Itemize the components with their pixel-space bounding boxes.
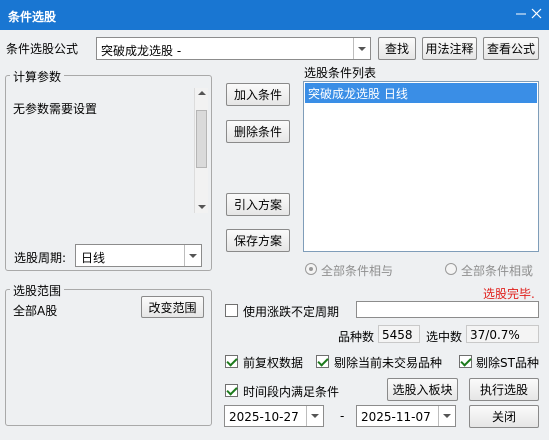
close-icon[interactable]: [528, 5, 546, 23]
start-date-value: 2025-10-27: [229, 410, 299, 424]
volatile-period-field[interactable]: [356, 301, 539, 318]
close-button[interactable]: 关闭: [469, 405, 539, 428]
variety-count-label: 品种数: [338, 330, 375, 344]
date-separator: -: [340, 409, 345, 423]
save-plan-button[interactable]: 保存方案: [226, 229, 290, 252]
radio-all-and[interactable]: [305, 263, 317, 275]
delete-condition-button[interactable]: 删除条件: [226, 120, 290, 143]
time-range-label: 时间段内满足条件: [243, 385, 340, 399]
radio-all-and-label: 全部条件相与: [321, 264, 394, 278]
formula-combo[interactable]: 突破成龙选股 -: [96, 37, 371, 60]
condition-list[interactable]: 突破成龙选股 日线: [303, 81, 539, 252]
condition-list-item[interactable]: 突破成龙选股 日线: [305, 83, 537, 103]
exclude-st-checkbox[interactable]: [459, 355, 472, 368]
scroll-up-icon[interactable]: [198, 91, 206, 95]
change-range-button[interactable]: 改变范围: [141, 296, 204, 318]
formula-value: 突破成龙选股 -: [101, 44, 182, 58]
use-volatile-period-label: 使用涨跌不定周期: [243, 305, 340, 319]
window-title: 条件选股: [8, 10, 57, 24]
end-date-value: 2025-11-07: [361, 410, 431, 424]
status-text: 选股完毕.: [483, 287, 535, 301]
exclude-st-label: 剔除ST品种: [476, 356, 539, 370]
period-combo[interactable]: 日线: [75, 244, 202, 267]
end-date-picker[interactable]: 2025-11-07: [356, 405, 456, 427]
calendar-dropdown-icon[interactable]: [438, 406, 455, 426]
find-button[interactable]: 查找: [378, 37, 416, 60]
import-plan-button[interactable]: 引入方案: [226, 193, 290, 216]
scroll-thumb[interactable]: [196, 110, 207, 168]
period-value: 日线: [81, 251, 106, 265]
chevron-down-icon[interactable]: [353, 38, 370, 59]
start-date-picker[interactable]: 2025-10-27: [224, 405, 324, 427]
variety-count-box: 5458: [378, 325, 420, 343]
selected-count-label: 选中数: [426, 330, 463, 344]
forward-adjust-checkbox[interactable]: [225, 355, 238, 368]
range-group-label: 选股范围: [10, 282, 65, 299]
add-condition-button[interactable]: 加入条件: [226, 83, 290, 106]
variety-count-value: 5458: [382, 328, 413, 342]
radio-all-or[interactable]: [445, 263, 457, 275]
selected-count-box: 37/0.7%: [466, 325, 539, 343]
scroll-down-icon[interactable]: [198, 205, 206, 209]
title-bar: 条件选股: [0, 0, 549, 30]
run-selection-button[interactable]: 执行选股: [469, 378, 539, 401]
exclude-untraded-checkbox[interactable]: [316, 355, 329, 368]
chevron-down-icon[interactable]: [184, 245, 201, 266]
no-params-message: 无参数需要设置: [13, 102, 98, 116]
radio-all-or-label: 全部条件相或: [461, 264, 534, 278]
use-volatile-period-checkbox[interactable]: [225, 304, 238, 317]
exclude-untraded-label: 剔除当前未交易品种: [334, 356, 443, 370]
formula-label: 条件选股公式: [6, 42, 79, 56]
range-value: 全部A股: [13, 304, 58, 318]
params-group-label: 计算参数: [10, 68, 65, 85]
params-scrollbar[interactable]: [194, 88, 208, 213]
condition-list-label: 选股条件列表: [304, 66, 377, 80]
time-range-checkbox[interactable]: [225, 384, 238, 397]
forward-adjust-label: 前复权数据: [243, 356, 304, 370]
selected-count-value: 37/0.7%: [470, 328, 520, 342]
usage-notes-button[interactable]: 用法注释: [422, 37, 477, 60]
calendar-dropdown-icon[interactable]: [306, 406, 323, 426]
period-label: 选股周期:: [14, 251, 67, 265]
view-formula-button[interactable]: 查看公式: [483, 37, 539, 60]
add-to-board-button[interactable]: 选股入板块: [387, 378, 458, 401]
